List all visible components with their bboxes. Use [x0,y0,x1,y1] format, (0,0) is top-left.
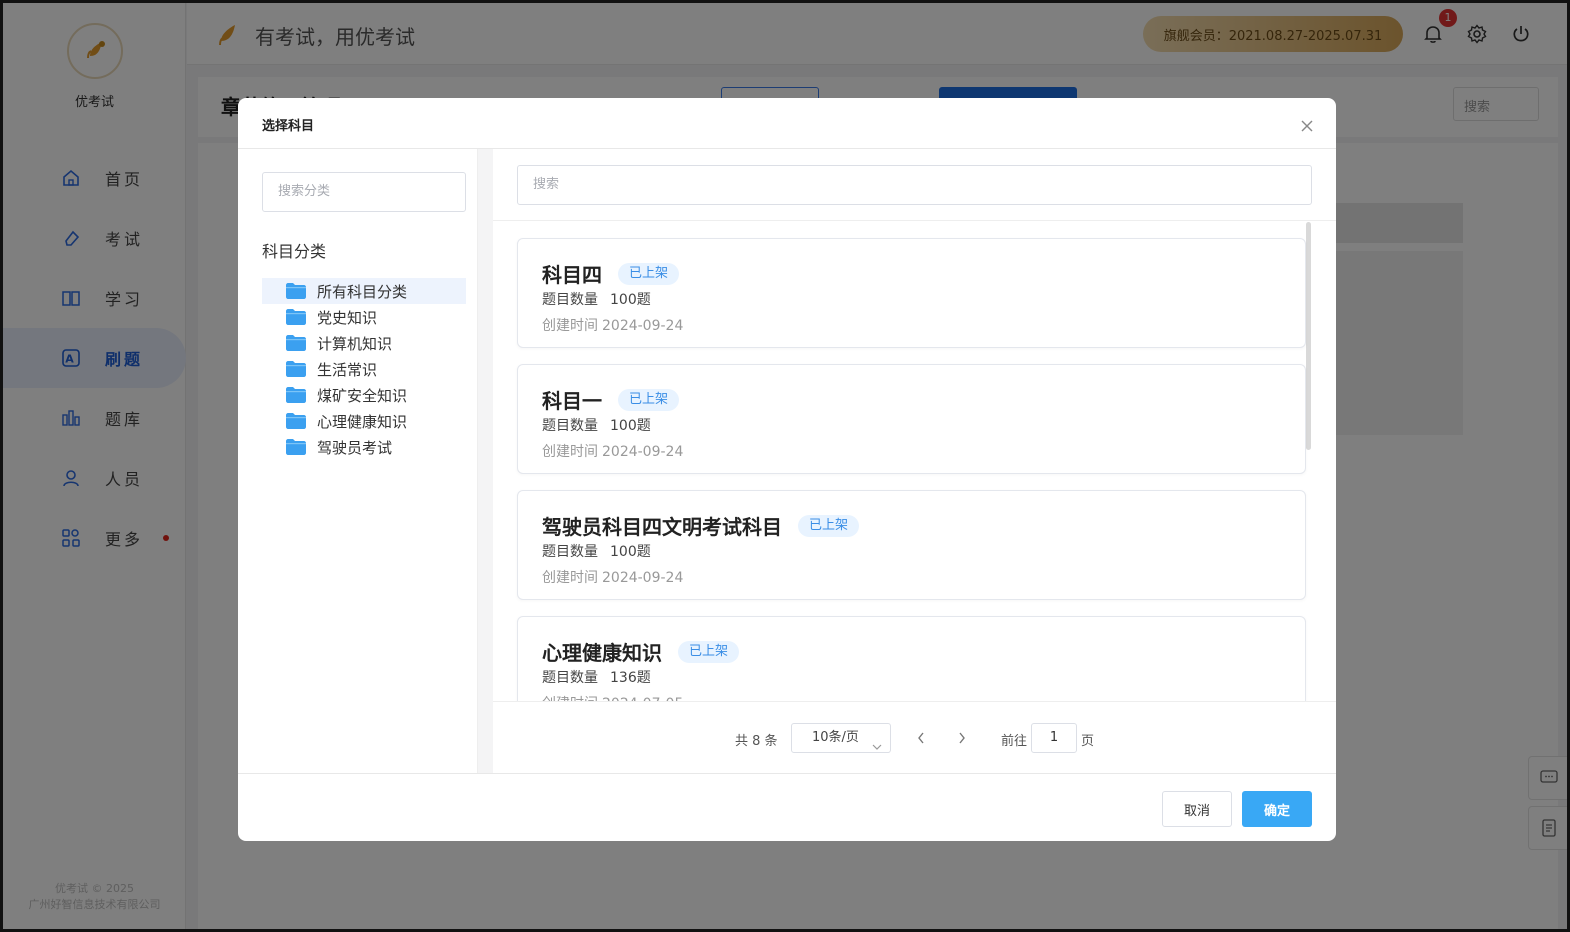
page-size-value: 10条/页 [812,730,859,745]
subject-title: 心理健康知识 已上架 [542,637,740,666]
category-label: 生活常识 [317,360,378,379]
page-suffix: 页 [1081,734,1095,749]
select-subject-dialog: 选择科目 搜索分类 科目分类 所有科目分类 党史知识 计算机知识 生活常识 煤矿… [238,98,1336,841]
category-label: 所有科目分类 [317,282,408,301]
count-label: 题目数量 [542,418,598,434]
category-search-input[interactable]: 搜索分类 [262,172,466,212]
question-count: 题目数量 100题 [542,541,651,561]
category-tree: 所有科目分类 党史知识 计算机知识 生活常识 煤矿安全知识 心理健康知识 驾驶员… [262,278,466,460]
subject-name: 心理健康知识 [542,641,662,665]
folder-icon [286,387,306,403]
count-label: 题目数量 [542,670,598,686]
subject-pane: 搜索 科目四 已上架 题目数量 100题 创建时间 2024-09-24 科目一… [493,149,1336,773]
category-item[interactable]: 煤矿安全知识 [262,382,466,408]
total-count: 共 8 条 [735,734,778,749]
date-label: 创建时间 [542,318,598,334]
category-item[interactable]: 计算机知识 [262,330,466,356]
subject-card[interactable]: 驾驶员科目四文明考试科目 已上架 题目数量 100题 创建时间 2024-09-24 [517,490,1306,600]
subject-title: 科目四 已上架 [542,259,680,288]
subject-search-input[interactable]: 搜索 [517,165,1312,205]
confirm-button[interactable]: 确定 [1242,791,1312,827]
count-value: 136题 [610,670,651,686]
scrollbar[interactable] [1306,222,1311,450]
category-item[interactable]: 所有科目分类 [262,278,466,304]
category-heading: 科目分类 [262,242,327,261]
category-pane: 搜索分类 科目分类 所有科目分类 党史知识 计算机知识 生活常识 煤矿安全知识 … [238,149,478,773]
category-label: 计算机知识 [317,334,393,353]
folder-icon [286,439,306,455]
goto-label: 前往 [1001,734,1028,749]
dialog-title: 选择科目 [262,119,315,134]
count-label: 题目数量 [542,292,598,308]
category-label: 煤矿安全知识 [317,386,408,405]
app-window: 优考试 首页 考试 学习 A [0,0,1570,932]
pagination: 共 8 条 10条/页 前往 1 页 [493,701,1336,773]
subject-name: 科目一 [542,389,602,413]
folder-icon [286,361,306,377]
status-badge: 已上架 [618,262,680,285]
folder-icon [286,335,306,351]
folder-icon [286,413,306,429]
dialog-footer: 取消 确定 [238,773,1336,841]
category-item[interactable]: 驾驶员考试 [262,434,466,460]
question-count: 题目数量 100题 [542,289,651,309]
count-value: 100题 [610,544,651,560]
created-date: 创建时间2024-07-05 [542,693,683,701]
created-date: 创建时间 2024-09-24 [542,441,683,461]
pane-divider [478,149,493,773]
folder-icon [286,283,306,299]
category-item[interactable]: 生活常识 [262,356,466,382]
page-size-select[interactable]: 10条/页 [791,723,891,753]
count-label: 题目数量 [542,544,598,560]
category-item[interactable]: 心理健康知识 [262,408,466,434]
subject-name: 驾驶员科目四文明考试科目 [542,515,782,539]
category-item[interactable]: 党史知识 [262,304,466,330]
date-value: 2024-09-24 [602,318,684,334]
date-value: 2024-09-24 [602,570,684,586]
question-count: 题目数量 136题 [542,667,651,687]
cancel-button[interactable]: 取消 [1162,791,1232,827]
prev-page-button[interactable] [913,728,929,748]
dialog-header: 选择科目 [238,98,1336,149]
status-badge: 已上架 [678,640,740,663]
chevron-down-icon [872,734,882,762]
date-value: 2024-09-24 [602,444,684,460]
subject-name: 科目四 [542,263,602,287]
subject-card[interactable]: 心理健康知识 已上架 题目数量 136题 创建时间2024-07-05 [517,616,1306,701]
subject-card[interactable]: 科目一 已上架 题目数量 100题 创建时间 2024-09-24 [517,364,1306,474]
created-date: 创建时间 2024-09-24 [542,315,683,335]
category-label: 心理健康知识 [317,412,408,431]
date-label: 创建时间 [542,570,598,586]
close-icon[interactable] [1300,118,1314,132]
subject-title: 驾驶员科目四文明考试科目 已上架 [542,511,860,540]
count-value: 100题 [610,418,651,434]
subject-list: 科目四 已上架 题目数量 100题 创建时间 2024-09-24 科目一 已上架 [493,220,1336,701]
category-label: 党史知识 [317,308,378,327]
chevron-right-icon [959,732,965,744]
status-badge: 已上架 [798,514,860,537]
status-badge: 已上架 [618,388,680,411]
folder-icon [286,309,306,325]
count-value: 100题 [610,292,651,308]
date-label: 创建时间 [542,444,598,460]
category-label: 驾驶员考试 [317,438,393,457]
chevron-left-icon [918,732,924,744]
page-number-input[interactable]: 1 [1031,723,1077,753]
subject-card[interactable]: 科目四 已上架 题目数量 100题 创建时间 2024-09-24 [517,238,1306,348]
next-page-button[interactable] [954,728,970,748]
question-count: 题目数量 100题 [542,415,651,435]
subject-title: 科目一 已上架 [542,385,680,414]
created-date: 创建时间 2024-09-24 [542,567,683,587]
